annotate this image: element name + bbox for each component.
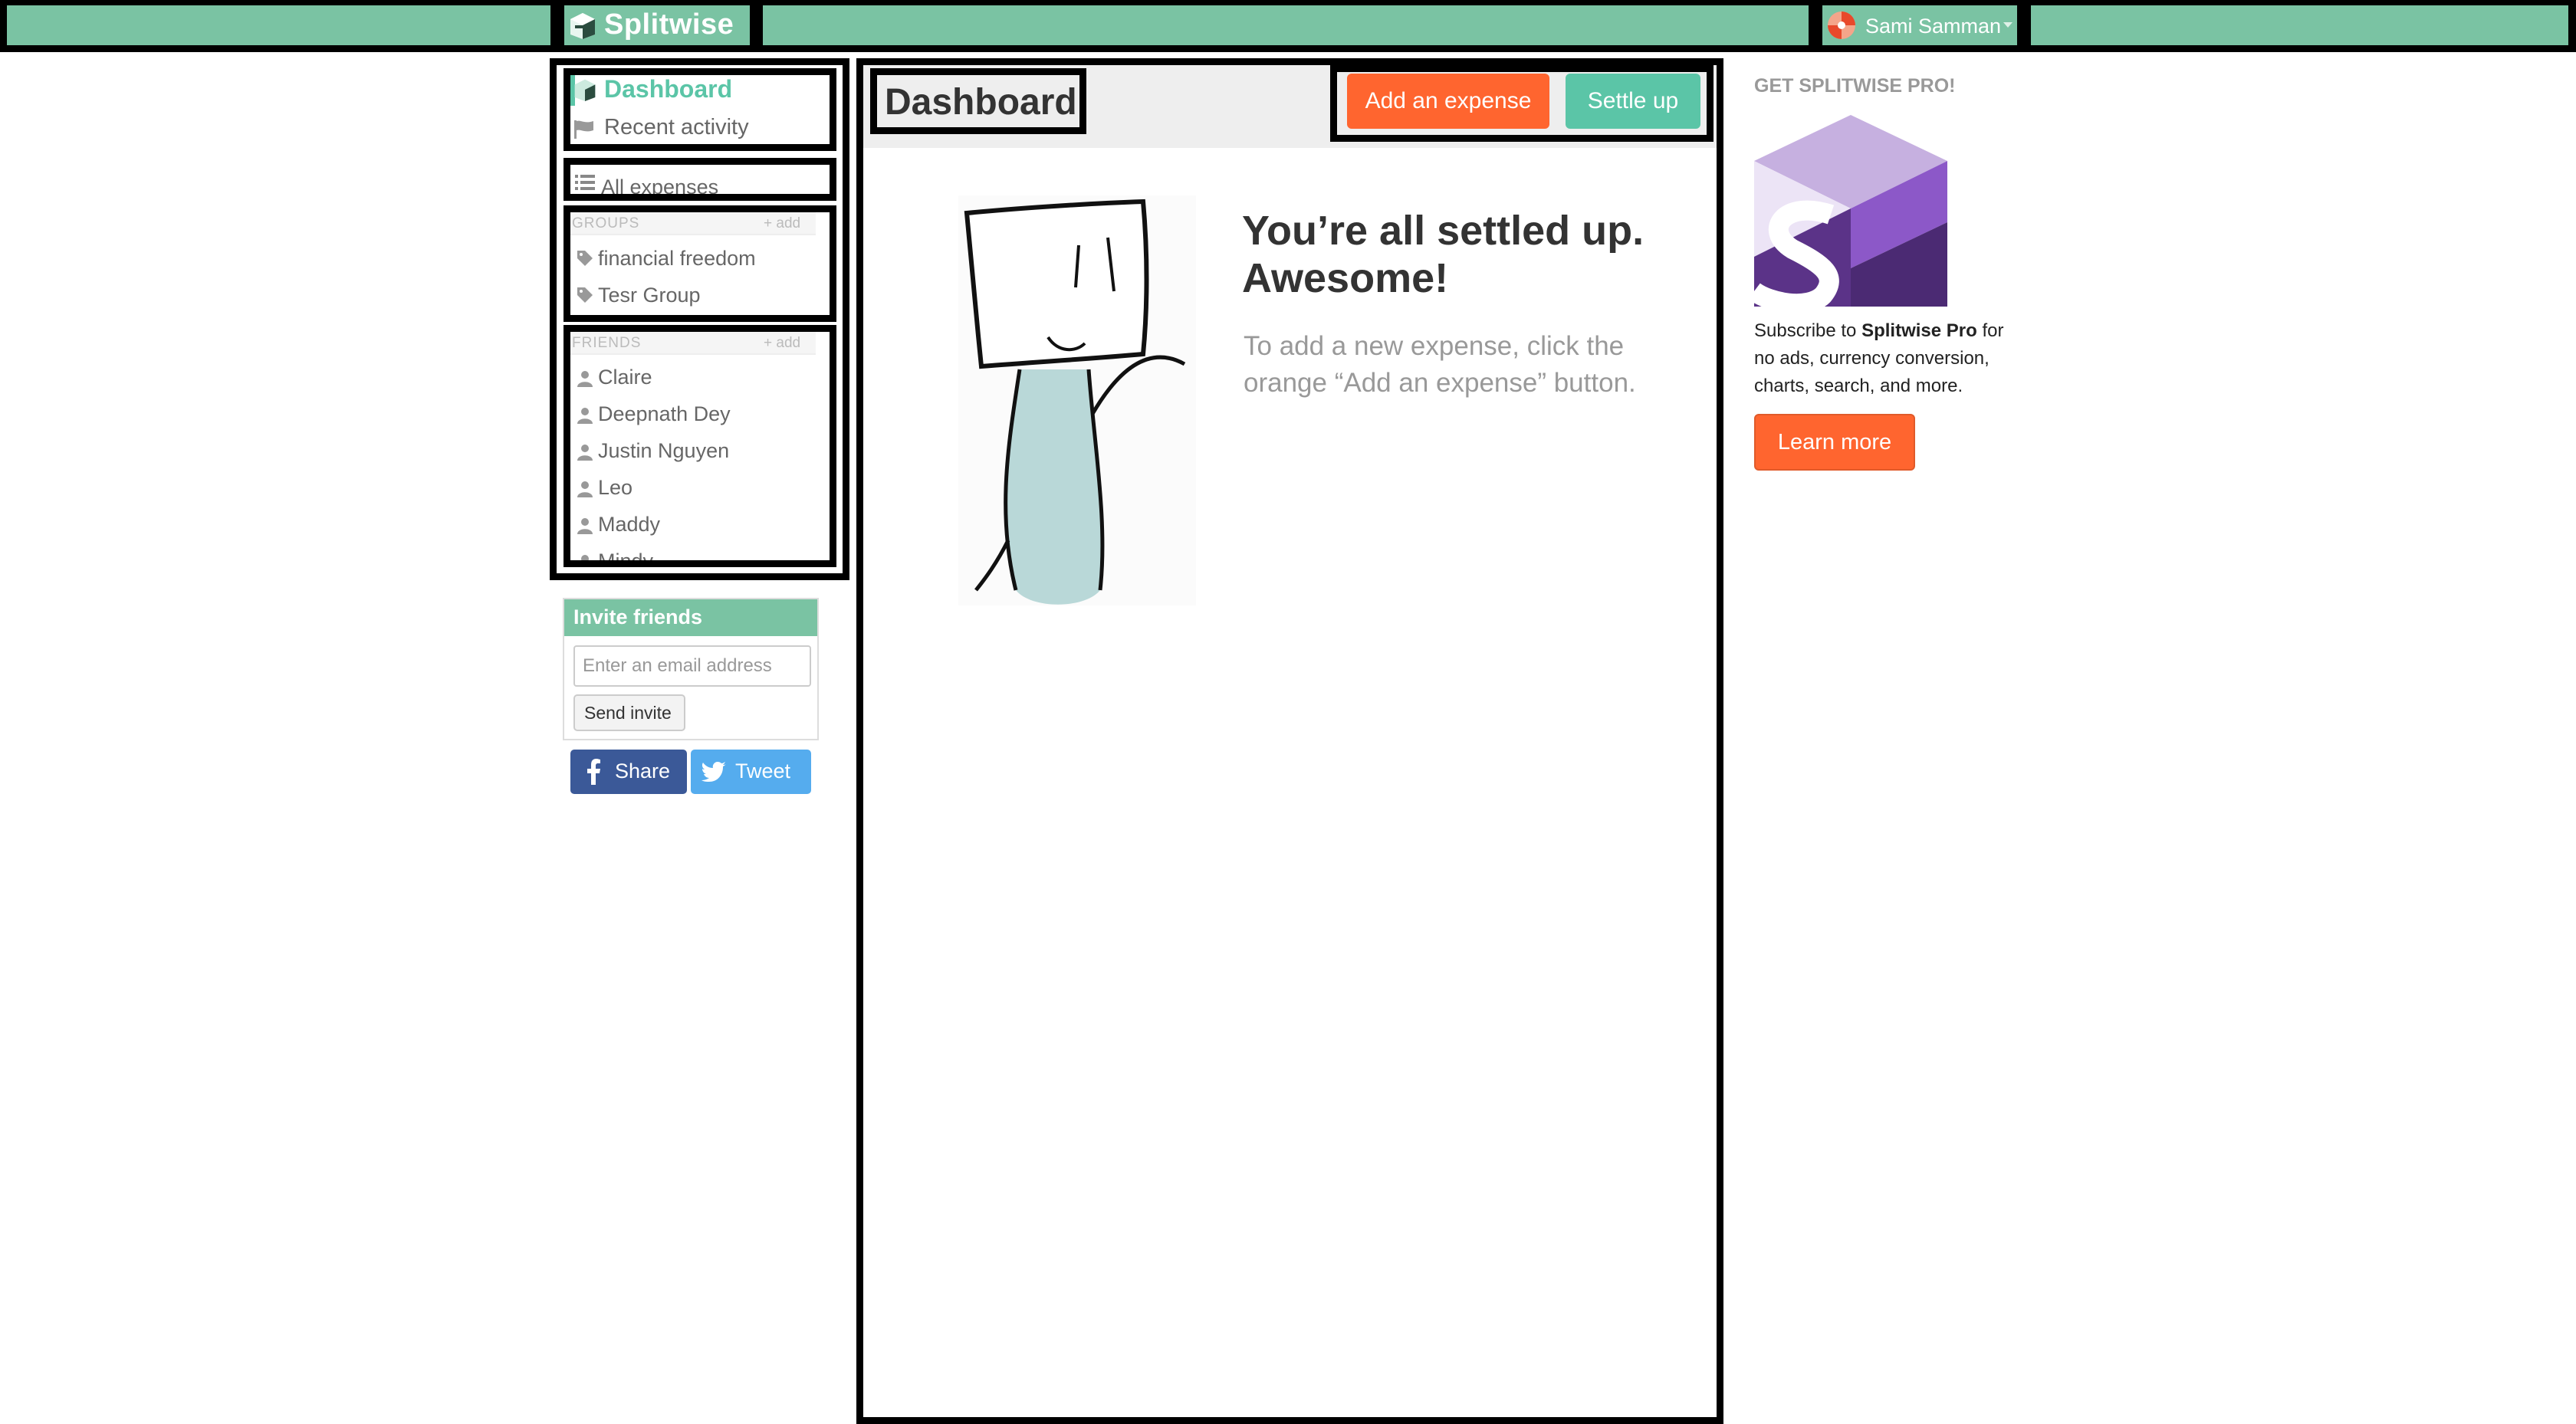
friends-header: FRIENDS + add xyxy=(570,332,816,355)
sidebar-item-all-expenses[interactable]: All expenses xyxy=(570,165,830,194)
list-icon xyxy=(575,174,595,191)
person-icon xyxy=(577,444,593,461)
settle-up-label: Settle up xyxy=(1587,88,1679,113)
tag-icon xyxy=(577,287,593,304)
learn-more-label: Learn more xyxy=(1777,430,1892,454)
facebook-share-button[interactable]: Share xyxy=(570,750,687,794)
friends-header-label: FRIENDS xyxy=(572,335,642,351)
invite-friends-panel: Invite friends Send invite xyxy=(563,598,819,740)
caret-down-icon xyxy=(2003,22,2013,28)
friend-name: Claire xyxy=(598,366,652,389)
person-icon xyxy=(577,370,593,387)
friend-name: Maddy xyxy=(598,513,661,536)
person-icon xyxy=(577,517,593,534)
groups-header: GROUPS + add xyxy=(570,212,816,235)
promo-description: Subscribe to Splitwise Pro for no ads, c… xyxy=(1754,317,2003,400)
sidebar-item-label: Recent activity xyxy=(604,115,749,139)
user-name: Sami Samman xyxy=(1865,15,2002,38)
settled-up-hint-line: To add a new expense, click the xyxy=(1244,331,1625,361)
sidebar-item-friend-claire[interactable]: Claire xyxy=(570,363,816,395)
twitter-tweet-button[interactable]: Tweet xyxy=(691,750,811,794)
friend-name: Justin Nguyen xyxy=(598,439,730,462)
sidebar-item-label: All expenses xyxy=(601,176,719,199)
group-name: financial freedom xyxy=(598,247,756,270)
invite-title: Invite friends xyxy=(573,605,703,628)
sidebar-item-friend-deepnath-dey[interactable]: Deepnath Dey xyxy=(570,399,816,431)
sidebar-friends-box: FRIENDS + add Claire Deepnath Dey Justin… xyxy=(564,325,836,567)
sidebar-item-label: Dashboard xyxy=(604,75,733,103)
settled-up-hint-line: orange “Add an expense” button. xyxy=(1244,368,1636,398)
avatar xyxy=(1827,11,1856,40)
sidebar-item-friend-maddy[interactable]: Maddy xyxy=(570,510,816,542)
friend-name: Leo xyxy=(598,476,633,499)
settled-up-hint: To add a new expense, click the orange “… xyxy=(1244,328,1636,402)
navbar-segment xyxy=(763,5,1809,45)
sidebar-item-group-tesr-group[interactable]: Tesr Group xyxy=(570,281,816,311)
flag-icon xyxy=(573,120,595,139)
page-title-frame: Dashboard xyxy=(870,68,1086,134)
person-icon xyxy=(577,481,593,497)
person-icon xyxy=(577,407,593,424)
person-icon xyxy=(577,554,593,560)
send-invite-button[interactable]: Send invite xyxy=(573,694,685,731)
friend-name: Deepnath Dey xyxy=(598,402,731,425)
add-friend-link[interactable]: + add xyxy=(764,335,800,352)
promo-line: no ads, currency conversion, xyxy=(1754,348,1990,369)
settled-up-heading-line: Awesome! xyxy=(1242,255,1449,301)
share-label: Share xyxy=(615,760,671,783)
promo-line-suffix: for xyxy=(1976,320,2004,341)
splitwise-logo-icon xyxy=(569,11,596,39)
sidebar-item-dashboard[interactable]: Dashboard xyxy=(570,75,830,107)
sidebar-item-friend-justin-nguyen[interactable]: Justin Nguyen xyxy=(570,436,816,468)
send-invite-label: Send invite xyxy=(584,703,672,723)
page-title: Dashboard xyxy=(885,82,1077,123)
user-menu[interactable]: Sami Samman xyxy=(1822,5,2017,45)
tweet-label: Tweet xyxy=(735,760,791,783)
twitter-bird-icon xyxy=(702,762,726,782)
splitwise-pro-name: Splitwise Pro xyxy=(1861,320,1977,341)
facebook-icon xyxy=(586,759,601,785)
settled-up-heading: You’re all settled up. Awesome! xyxy=(1242,207,1644,302)
sidebar-all-expenses-box: All expenses xyxy=(564,158,836,201)
sidebar-item-group-financial-freedom[interactable]: financial freedom xyxy=(570,244,816,274)
splitwise-pro-logo-icon xyxy=(1754,115,1947,307)
promo-line: charts, search, and more. xyxy=(1754,376,1963,396)
learn-more-button[interactable]: Learn more xyxy=(1754,414,1915,471)
promo-heading: GET SPLITWISE PRO! xyxy=(1754,75,1956,97)
settled-up-heading-line: You’re all settled up. xyxy=(1242,208,1644,254)
sidebar-item-friend-leo[interactable]: Leo xyxy=(570,473,816,505)
group-name: Tesr Group xyxy=(598,284,701,307)
add-group-link[interactable]: + add xyxy=(764,215,800,232)
settled-up-illustration xyxy=(955,192,1200,609)
friend-name: Mindy xyxy=(598,550,654,567)
sidebar-item-recent-activity[interactable]: Recent activity xyxy=(570,113,830,146)
navbar-segment xyxy=(7,5,550,45)
add-expense-label: Add an expense xyxy=(1365,88,1532,113)
invite-header: Invite friends xyxy=(564,599,817,636)
promo-line-prefix: Subscribe to xyxy=(1754,320,1862,341)
tag-icon xyxy=(577,250,593,267)
promo-line: Subscribe to Splitwise Pro for xyxy=(1754,317,2003,345)
sidebar-item-friend-mindy[interactable]: Mindy xyxy=(570,546,816,567)
navbar-segment xyxy=(2031,5,2568,45)
invite-email-input[interactable] xyxy=(573,645,811,687)
settle-up-button[interactable]: Settle up xyxy=(1566,74,1700,129)
splitwise-logo-icon xyxy=(573,78,596,101)
add-expense-button[interactable]: Add an expense xyxy=(1347,74,1549,129)
app-name: Splitwise xyxy=(604,8,734,41)
groups-header-label: GROUPS xyxy=(572,215,640,231)
home-logo-link[interactable]: Splitwise xyxy=(564,5,750,45)
